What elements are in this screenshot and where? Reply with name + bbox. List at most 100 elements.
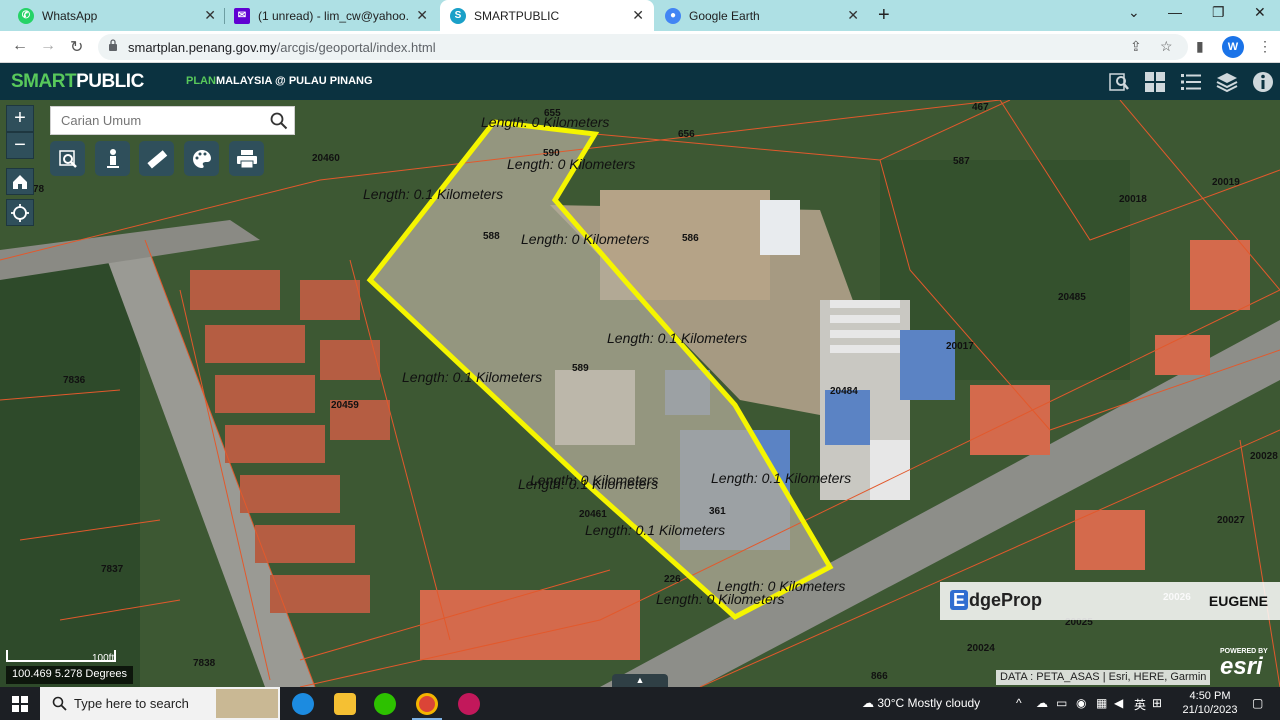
- home-icon: [13, 174, 27, 189]
- length-label: Length: 0 Kilometers: [521, 231, 650, 247]
- print-button[interactable]: [229, 141, 264, 176]
- plot-label: 588: [483, 231, 500, 242]
- notification-icon[interactable]: ▢: [1252, 696, 1263, 710]
- battery-icon[interactable]: ▭: [1056, 696, 1067, 710]
- reload-icon[interactable]: ↻: [70, 37, 83, 57]
- search-input[interactable]: [51, 107, 261, 134]
- tray-chevron-icon[interactable]: ^: [1016, 696, 1022, 710]
- url-text: smartplan.penang.gov.my/arcgis/geoportal…: [128, 40, 436, 55]
- back-icon[interactable]: ←: [12, 37, 28, 55]
- profile-avatar[interactable]: W: [1222, 36, 1244, 58]
- length-label: Length: 0.1 Kilometers: [518, 476, 659, 492]
- coordinate-readout: 100.469 5.278 Degrees: [6, 666, 133, 684]
- taskbar-search[interactable]: Type here to search: [40, 687, 280, 720]
- bookmark-star-icon[interactable]: ☆: [1160, 38, 1173, 55]
- pegman-icon: [106, 148, 119, 168]
- zoom-map-icon: [58, 149, 77, 168]
- length-label: Length: 0 Kilometers: [481, 114, 610, 130]
- plot-label: 20484: [830, 386, 858, 397]
- edgeprop-watermark: EdgeProp EUGENE: [940, 582, 1280, 620]
- search-icon: [52, 696, 67, 711]
- home-button[interactable]: [6, 168, 34, 195]
- plot-label: 20028: [1250, 451, 1278, 462]
- whatsapp-icon: ✆: [18, 7, 34, 24]
- street-view-button[interactable]: [95, 141, 130, 176]
- new-tab-button[interactable]: +: [878, 4, 890, 27]
- weather-widget[interactable]: ☁ 30°C Mostly cloudy: [862, 696, 980, 710]
- file-explorer-icon[interactable]: [334, 693, 356, 715]
- plot-label: 7836: [63, 375, 86, 386]
- app-w-icon[interactable]: [458, 693, 480, 715]
- plot-label: 7837: [101, 564, 124, 575]
- measure-tool-button[interactable]: [139, 141, 174, 176]
- map-search-box: [50, 106, 295, 135]
- side-panel-icon[interactable]: ▮: [1196, 38, 1204, 55]
- meet-now-icon[interactable]: ◉: [1076, 696, 1086, 710]
- address-bar: ← → ↻ smartplan.penang.gov.my/arcgis/geo…: [0, 31, 1280, 63]
- minimize-icon[interactable]: —: [1168, 4, 1182, 20]
- tab-smartpublic[interactable]: S SMARTPUBLIC ✕: [440, 0, 654, 31]
- edge-browser-icon[interactable]: [292, 693, 314, 715]
- zoom-in-button[interactable]: +: [6, 105, 34, 132]
- plot-label: 20024: [967, 643, 995, 654]
- url-host: smartplan.penang.gov.my: [128, 40, 277, 55]
- input-language[interactable]: 英: [1134, 696, 1146, 713]
- length-label: Length: 0.1 Kilometers: [607, 330, 748, 346]
- map-attribution: DATA : PETA_ASAS | Esri, HERE, Garmin: [996, 670, 1211, 685]
- network-icon[interactable]: ▦: [1096, 696, 1107, 710]
- cloud-sync-icon[interactable]: ☁: [1036, 696, 1048, 710]
- identify-tool-button[interactable]: [50, 141, 85, 176]
- info-icon[interactable]: [1252, 71, 1274, 93]
- volume-icon[interactable]: ◀: [1114, 696, 1123, 710]
- panel-toggle-button[interactable]: ▲: [612, 674, 668, 687]
- length-label: Length: 0.1 Kilometers: [402, 369, 543, 385]
- locate-icon: [11, 203, 29, 222]
- plot-label: 587: [953, 156, 970, 167]
- palette-icon: [192, 149, 211, 168]
- chrome-icon[interactable]: [416, 693, 438, 715]
- locate-button[interactable]: [6, 199, 34, 226]
- system-clock[interactable]: 4:50 PM 21/10/2023: [1180, 689, 1240, 717]
- menu-kebab-icon[interactable]: ⋮: [1258, 38, 1272, 55]
- ime-icon[interactable]: ⊞: [1152, 696, 1162, 710]
- forward-icon[interactable]: →: [40, 37, 56, 55]
- url-bar[interactable]: smartplan.penang.gov.my/arcgis/geoportal…: [98, 34, 1188, 60]
- share-icon[interactable]: ⇪: [1130, 38, 1142, 55]
- close-icon[interactable]: ✕: [632, 7, 644, 24]
- lock-icon: [109, 39, 117, 51]
- esri-logo: POWERED BY esri: [1220, 648, 1268, 680]
- window-close-icon[interactable]: ✕: [1254, 4, 1266, 21]
- tab-whatsapp[interactable]: ✆ WhatsApp ✕: [8, 0, 226, 31]
- close-icon[interactable]: ✕: [847, 7, 859, 24]
- wechat-icon[interactable]: [374, 693, 396, 715]
- tab-google-earth[interactable]: ● Google Earth ✕: [655, 0, 869, 31]
- plot-label: 226: [664, 574, 681, 585]
- zoom-out-button[interactable]: −: [6, 132, 34, 159]
- map-search-icon[interactable]: [1108, 71, 1130, 93]
- restore-icon[interactable]: ❐: [1212, 4, 1225, 21]
- tab-yahoo-mail[interactable]: ✉ (1 unread) - lim_cw@yahoo.com - Yahoo …: [224, 0, 438, 31]
- layers-icon[interactable]: [1216, 71, 1238, 93]
- app-header: SMARTPUBLIC PLANMALAYSIA @ PULAU PINANG: [0, 63, 1280, 100]
- draw-tool-button[interactable]: [184, 141, 219, 176]
- plot-label: 20019: [1212, 177, 1240, 188]
- tab-search-icon[interactable]: ⌄: [1128, 4, 1140, 21]
- map-view[interactable]: 655 656 467 590 587 20460 78 20019 20018…: [0, 100, 1280, 687]
- app-subtitle: PLANMALAYSIA @ PULAU PINANG: [186, 75, 373, 87]
- plot-label: 20460: [312, 153, 340, 164]
- yahoo-mail-icon: ✉: [234, 7, 250, 24]
- plot-label: 586: [682, 233, 699, 244]
- close-icon[interactable]: ✕: [416, 7, 428, 24]
- close-icon[interactable]: ✕: [204, 7, 216, 24]
- list-icon[interactable]: [1180, 71, 1202, 93]
- weather-cloud-icon: ☁: [862, 696, 874, 710]
- agent-name: EUGENE: [1208, 593, 1268, 609]
- plot-label: 20017: [946, 341, 974, 352]
- grid-apps-icon[interactable]: [1144, 71, 1166, 93]
- search-highlight-image: [216, 689, 278, 718]
- app-logo: SMARTPUBLIC: [11, 71, 144, 92]
- search-icon[interactable]: [270, 112, 288, 130]
- url-path: /arcgis/geoportal/index.html: [276, 40, 436, 55]
- windows-start-icon[interactable]: [12, 696, 28, 712]
- plot-label: 7838: [193, 658, 216, 669]
